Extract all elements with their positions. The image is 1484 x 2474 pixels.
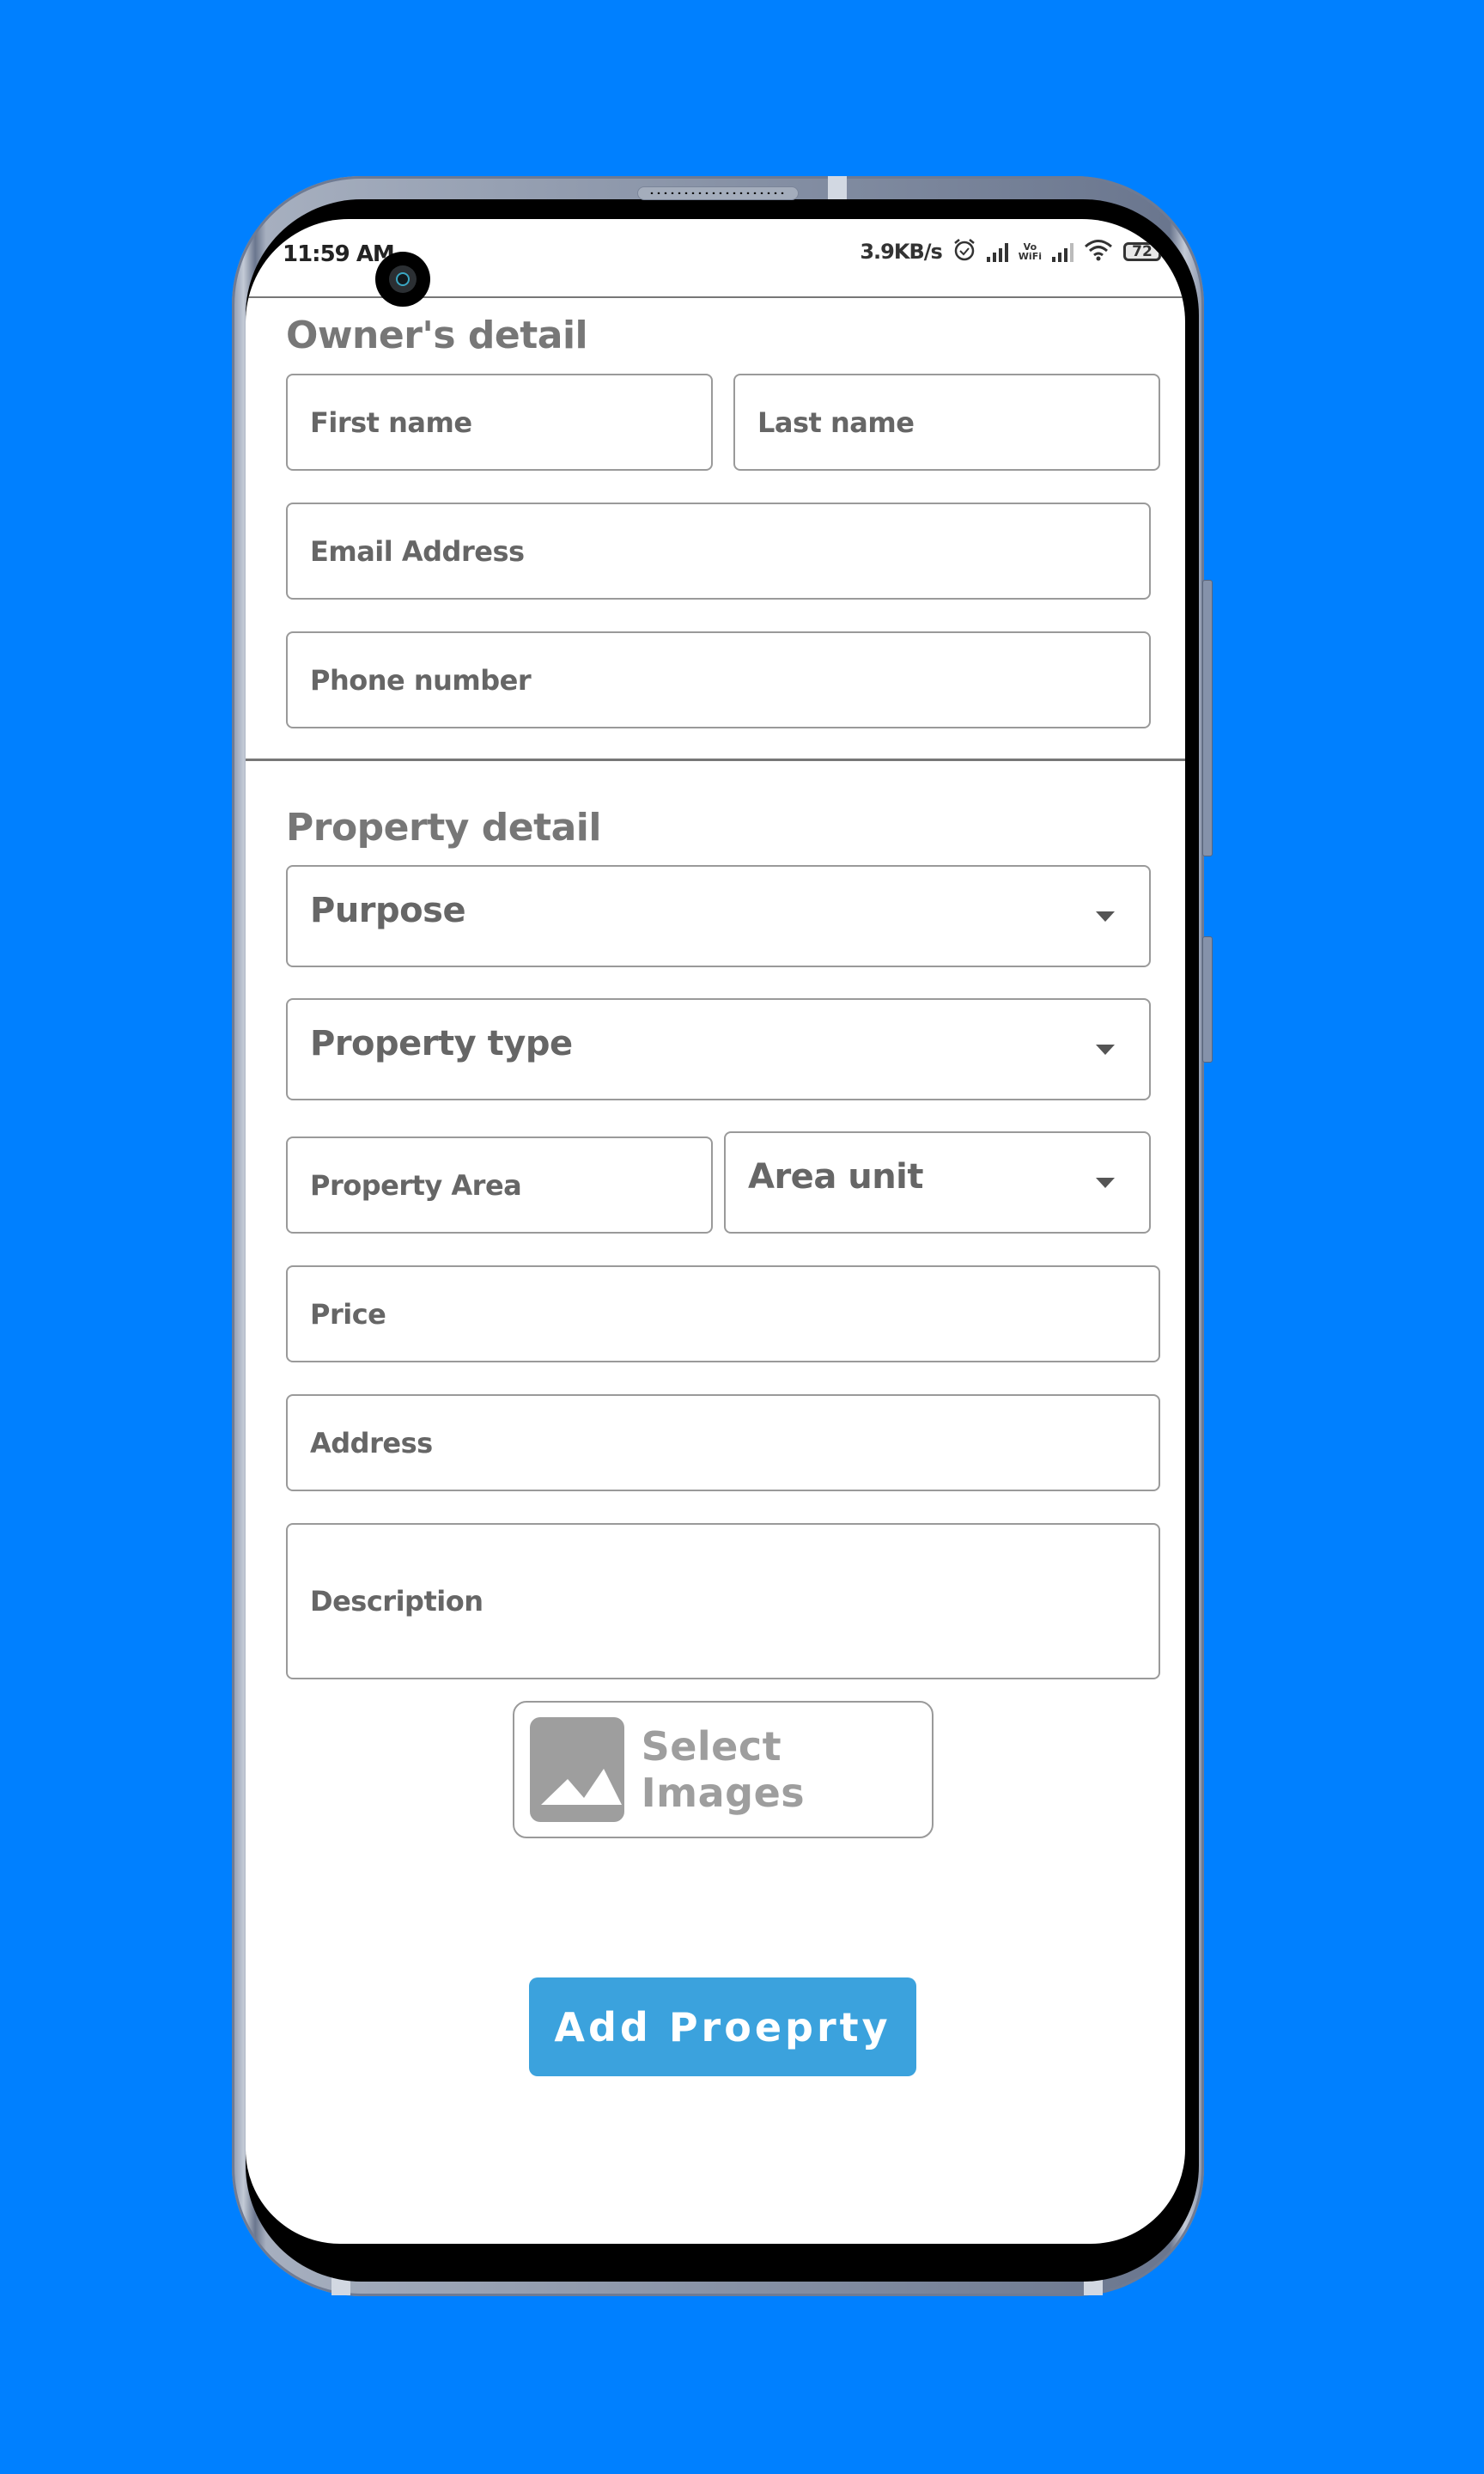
image-icon: [530, 1717, 624, 1822]
add-property-button[interactable]: Add Proeprty: [529, 1977, 916, 2076]
section-divider: [246, 759, 1185, 761]
purpose-select-label: Purpose: [310, 890, 466, 930]
phone-placeholder: Phone number: [310, 663, 532, 697]
chevron-down-icon: [1096, 1044, 1115, 1055]
front-camera: [375, 252, 430, 307]
app-screen: 11:59 AM 3.9KB/s Vo WiFi 72 Owner's detai…: [246, 219, 1185, 2244]
area-unit-select[interactable]: Area unit: [724, 1131, 1151, 1234]
earpiece-speaker: [637, 186, 799, 200]
property-type-select[interactable]: Property type: [286, 998, 1151, 1100]
description-placeholder: Description: [310, 1585, 484, 1618]
status-time: 11:59 AM: [283, 241, 395, 267]
property-area-input[interactable]: Property Area: [286, 1136, 713, 1234]
area-unit-select-label: Area unit: [748, 1156, 924, 1197]
network-speed: 3.9KB/s: [860, 240, 942, 264]
property-area-placeholder: Property Area: [310, 1168, 522, 1202]
address-input[interactable]: Address: [286, 1394, 1160, 1491]
email-input[interactable]: Email Address: [286, 503, 1151, 600]
antenna-band: [828, 176, 847, 200]
price-input[interactable]: Price: [286, 1265, 1160, 1362]
select-images-button[interactable]: Select Images: [513, 1701, 934, 1838]
last-name-placeholder: Last name: [757, 405, 915, 439]
chevron-down-icon: [1096, 911, 1115, 922]
purpose-select[interactable]: Purpose: [286, 865, 1151, 967]
address-placeholder: Address: [310, 1426, 433, 1459]
vowifi-icon: Vo WiFi: [1018, 241, 1042, 262]
email-placeholder: Email Address: [310, 534, 525, 568]
owner-section-title: Owner's detail: [286, 314, 588, 357]
volume-button[interactable]: [1202, 580, 1213, 856]
first-name-placeholder: First name: [310, 405, 472, 439]
property-section-title: Property detail: [286, 806, 601, 850]
alarm-icon: [952, 238, 976, 265]
phone-input[interactable]: Phone number: [286, 631, 1151, 728]
property-type-select-label: Property type: [310, 1023, 573, 1063]
select-images-label: Select Images: [641, 1723, 806, 1816]
last-name-input[interactable]: Last name: [733, 374, 1160, 471]
battery-icon: 72: [1123, 242, 1161, 261]
price-placeholder: Price: [310, 1297, 386, 1331]
chevron-down-icon: [1096, 1177, 1115, 1188]
signal-icon: [986, 241, 1008, 262]
signal-icon: [1052, 241, 1073, 262]
first-name-input[interactable]: First name: [286, 374, 713, 471]
wifi-icon: [1084, 238, 1113, 265]
power-button[interactable]: [1202, 936, 1213, 1063]
description-textarea[interactable]: Description: [286, 1523, 1160, 1679]
